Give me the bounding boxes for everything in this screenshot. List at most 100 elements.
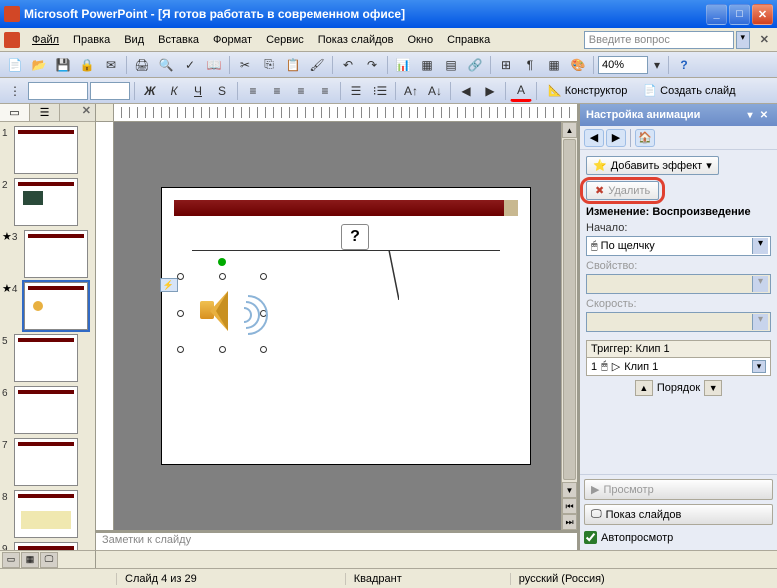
minimize-button[interactable]: _ bbox=[706, 4, 727, 25]
resize-handle[interactable] bbox=[260, 273, 267, 280]
sorter-view-button[interactable]: ▦ bbox=[21, 552, 39, 568]
taskpane-home-button[interactable]: 🏠 bbox=[635, 129, 655, 147]
scroll-thumb[interactable] bbox=[563, 139, 576, 480]
start-select[interactable]: 🖱 По щелчку bbox=[586, 236, 771, 256]
menu-format[interactable]: Формат bbox=[207, 32, 258, 48]
thumbnail-preview[interactable] bbox=[14, 542, 78, 550]
italic-button[interactable]: К bbox=[163, 80, 185, 102]
menu-view[interactable]: Вид bbox=[118, 32, 150, 48]
menu-help[interactable]: Справка bbox=[441, 32, 496, 48]
thumbnail-preview[interactable] bbox=[14, 386, 78, 434]
thumbnail-preview[interactable] bbox=[24, 230, 88, 278]
table-button[interactable]: ▦ bbox=[416, 54, 438, 76]
resize-handle[interactable] bbox=[177, 310, 184, 317]
menu-edit[interactable]: Правка bbox=[67, 32, 116, 48]
remove-effect-button[interactable]: ✖ Удалить bbox=[586, 181, 659, 200]
scroll-down-button[interactable]: ▼ bbox=[562, 482, 577, 498]
close-button[interactable]: ✕ bbox=[752, 4, 773, 25]
grid-button[interactable]: ▦ bbox=[543, 54, 565, 76]
slide-thumbnail[interactable]: 8 bbox=[2, 490, 93, 538]
resize-handle[interactable] bbox=[177, 346, 184, 353]
menu-insert[interactable]: Вставка bbox=[152, 32, 205, 48]
zoom-dropdown[interactable]: ▾ bbox=[650, 54, 664, 76]
move-down-button[interactable]: ▼ bbox=[704, 380, 722, 396]
vertical-scrollbar[interactable]: ▲ ▼ ⏮ ⏭ bbox=[561, 122, 577, 530]
slideshow-button[interactable]: 🖵 Показ слайдов bbox=[584, 504, 773, 525]
bullets-button[interactable]: ⁝☰ bbox=[369, 80, 391, 102]
permission-button[interactable]: 🔒 bbox=[76, 54, 98, 76]
taskpane-back-button[interactable]: ◀ bbox=[584, 129, 604, 147]
notes-pane[interactable]: Заметки к слайду bbox=[96, 530, 577, 550]
font-size-combo[interactable] bbox=[90, 82, 130, 100]
chart-button[interactable]: 📊 bbox=[392, 54, 414, 76]
taskpane-close[interactable]: ✕ bbox=[757, 108, 771, 122]
align-left-button[interactable]: ≡ bbox=[242, 80, 264, 102]
help-search-dropdown[interactable]: ▾ bbox=[736, 31, 750, 49]
resize-handle[interactable] bbox=[260, 346, 267, 353]
slide-thumbnail[interactable]: ★3 bbox=[2, 230, 93, 278]
slide-thumbnail[interactable]: 9 bbox=[2, 542, 93, 550]
menu-window[interactable]: Окно bbox=[402, 32, 440, 48]
numbering-button[interactable]: ☰ bbox=[345, 80, 367, 102]
copy-button[interactable]: ⎘ bbox=[258, 54, 280, 76]
outline-tab[interactable]: ☰ bbox=[30, 104, 60, 121]
menu-tools[interactable]: Сервис bbox=[260, 32, 310, 48]
save-button[interactable]: 💾 bbox=[52, 54, 74, 76]
increase-indent-button[interactable]: ▶ bbox=[479, 80, 501, 102]
next-slide-button[interactable]: ⏭ bbox=[562, 514, 577, 530]
taskpane-forward-button[interactable]: ▶ bbox=[606, 129, 626, 147]
item-menu-button[interactable]: ▾ bbox=[752, 360, 766, 373]
font-combo[interactable] bbox=[28, 82, 88, 100]
slide-canvas[interactable]: ⚡ bbox=[114, 122, 577, 530]
slide-design-button[interactable]: 📐 Конструктор bbox=[541, 81, 634, 100]
thumbnail-preview[interactable] bbox=[14, 438, 78, 486]
resize-handle[interactable] bbox=[219, 346, 226, 353]
move-up-button[interactable]: ▲ bbox=[635, 380, 653, 396]
underline-button[interactable]: Ч bbox=[187, 80, 209, 102]
font-color-button[interactable]: A bbox=[510, 80, 532, 102]
slide-thumbnail[interactable]: 2 bbox=[2, 178, 93, 226]
shadow-button[interactable]: S bbox=[211, 80, 233, 102]
menu-file[interactable]: Файл bbox=[26, 32, 65, 48]
undo-button[interactable]: ↶ bbox=[337, 54, 359, 76]
slides-tab[interactable]: ▭ bbox=[0, 104, 30, 121]
normal-view-button[interactable]: ▭ bbox=[2, 552, 20, 568]
thumbnail-preview[interactable] bbox=[14, 126, 78, 174]
print-button[interactable]: 🖨 bbox=[131, 54, 153, 76]
slide-thumbnail[interactable]: 7 bbox=[2, 438, 93, 486]
close-document-button[interactable]: ✕ bbox=[756, 33, 773, 46]
decrease-font-button[interactable]: A↓ bbox=[424, 80, 446, 102]
slide-thumbnail[interactable]: 6 bbox=[2, 386, 93, 434]
slide-thumbnail[interactable]: 1 bbox=[2, 126, 93, 174]
scroll-up-button[interactable]: ▲ bbox=[562, 122, 577, 138]
taskpane-dropdown[interactable]: ▾ bbox=[743, 108, 757, 122]
help-button[interactable]: ? bbox=[673, 54, 695, 76]
hyperlink-button[interactable]: 🔗 bbox=[464, 54, 486, 76]
thumbnail-preview[interactable] bbox=[14, 334, 78, 382]
email-button[interactable]: ✉ bbox=[100, 54, 122, 76]
cut-button[interactable]: ✂ bbox=[234, 54, 256, 76]
add-effect-button[interactable]: ⭐ Добавить эффект ▾ bbox=[586, 156, 719, 175]
close-thumbnails-button[interactable]: ✕ bbox=[78, 104, 95, 121]
format-painter-button[interactable]: 🖌 bbox=[306, 54, 328, 76]
rotate-handle[interactable] bbox=[218, 258, 226, 266]
paste-button[interactable]: 📋 bbox=[282, 54, 304, 76]
bold-button[interactable]: Ж bbox=[139, 80, 161, 102]
show-formatting-button[interactable]: ¶ bbox=[519, 54, 541, 76]
maximize-button[interactable]: □ bbox=[729, 4, 750, 25]
resize-handle[interactable] bbox=[219, 273, 226, 280]
print-preview-button[interactable]: 🔍 bbox=[155, 54, 177, 76]
slide-thumbnail[interactable]: ★4 bbox=[2, 282, 93, 330]
open-button[interactable]: 📂 bbox=[28, 54, 50, 76]
thumbnail-preview[interactable] bbox=[14, 178, 78, 226]
toolbar-options[interactable]: ⋮ bbox=[4, 80, 26, 102]
prev-slide-button[interactable]: ⏮ bbox=[562, 498, 577, 514]
expand-all-button[interactable]: ⊞ bbox=[495, 54, 517, 76]
zoom-combo[interactable]: 40% bbox=[598, 56, 648, 74]
thumbnail-preview[interactable] bbox=[24, 282, 88, 330]
document-icon[interactable] bbox=[4, 32, 20, 48]
redo-button[interactable]: ↷ bbox=[361, 54, 383, 76]
align-justify-button[interactable]: ≡ bbox=[314, 80, 336, 102]
thumbnail-preview[interactable] bbox=[14, 490, 78, 538]
resize-handle[interactable] bbox=[177, 273, 184, 280]
